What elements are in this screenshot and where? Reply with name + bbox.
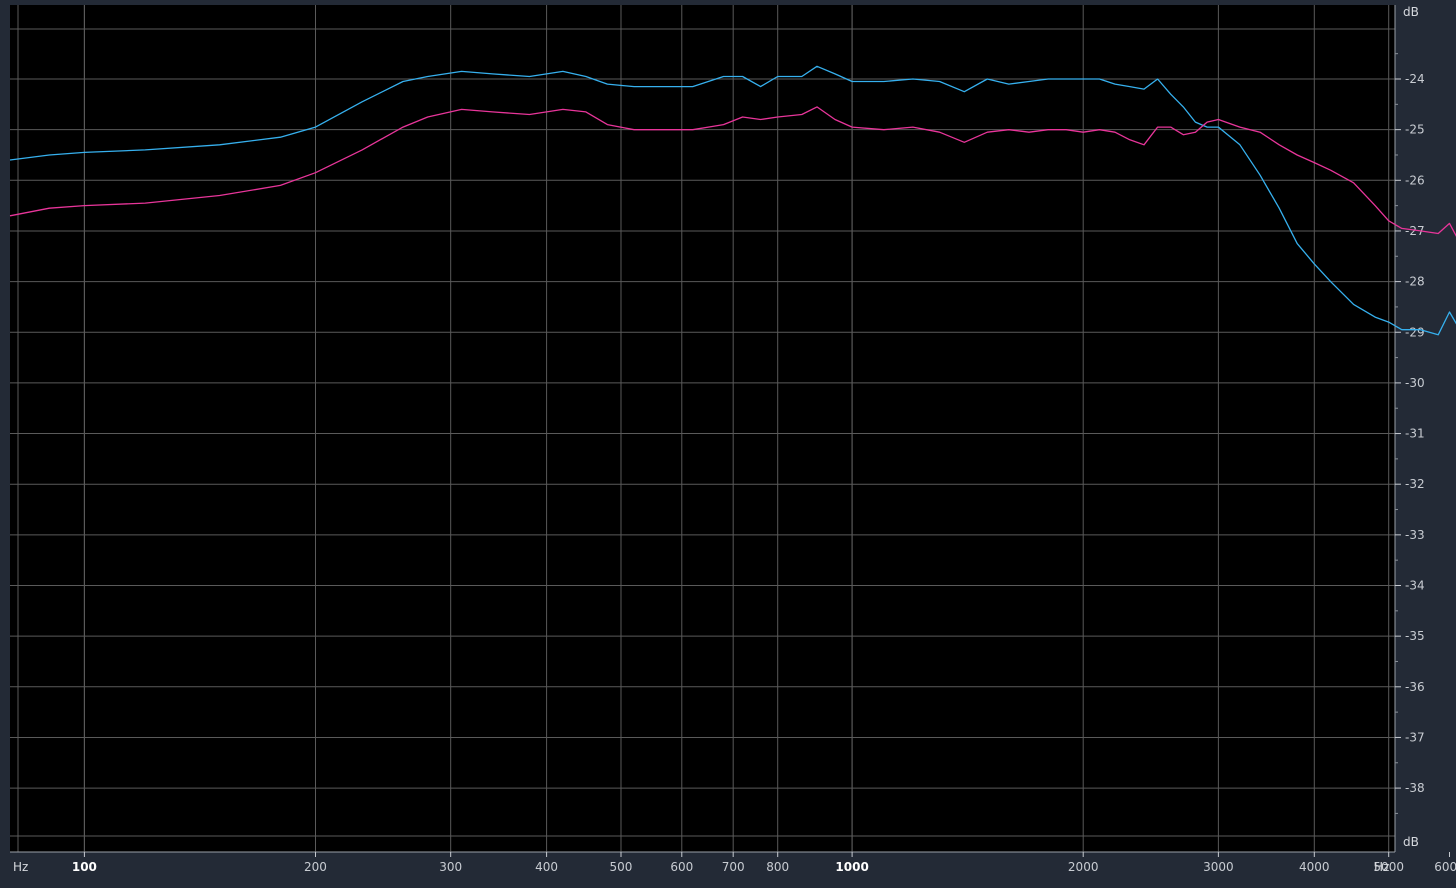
x-tick-label: 300 xyxy=(439,860,462,874)
x-tick-label: 6000 xyxy=(1434,860,1456,874)
y-tick-label: -32 xyxy=(1405,477,1425,491)
x-tick-label: 500 xyxy=(610,860,633,874)
y-tick-label: -31 xyxy=(1405,427,1425,441)
x-tick-label: 3000 xyxy=(1203,860,1234,874)
x-tick-label: 2000 xyxy=(1068,860,1099,874)
y-tick-label: -24 xyxy=(1405,72,1425,86)
y-tick-label: -37 xyxy=(1405,730,1425,744)
y-tick-label: -30 xyxy=(1405,376,1425,390)
x-tick-label: 1000 xyxy=(835,860,868,874)
x-unit-left: Hz xyxy=(13,860,28,874)
frequency-analyzer-window: -24 -25 -26 -27 -28 -29 -30 -31 -32 -33 -34 -35 -36-… xyxy=(0,0,1456,888)
y-tick-label: -26 xyxy=(1405,173,1425,187)
x-tick-label: 400 xyxy=(535,860,558,874)
y-tick-label: -28 xyxy=(1405,275,1425,289)
y-tick-label: -34 xyxy=(1405,579,1425,593)
y-tick-label: -25 xyxy=(1405,123,1425,137)
y-tick-label: -36 xyxy=(1405,680,1425,694)
x-tick-label: 700 xyxy=(722,860,745,874)
x-tick-label: 800 xyxy=(766,860,789,874)
y-unit-bottom: dB xyxy=(1403,835,1419,849)
y-tick-label: -29 xyxy=(1405,325,1425,339)
frequency-plot: -24-25-26-27-28-29-30-31-32-33-34-35-36-… xyxy=(0,0,1456,888)
x-unit-right: Hz xyxy=(1374,860,1389,874)
y-tick-label: -38 xyxy=(1405,781,1425,795)
x-tick-label: 100 xyxy=(72,860,97,874)
y-tick-label: -35 xyxy=(1405,629,1425,643)
y-tick-label: -33 xyxy=(1405,528,1425,542)
x-tick-label: 200 xyxy=(304,860,327,874)
plot-background xyxy=(10,5,1395,852)
y-unit-top: dB xyxy=(1403,5,1419,19)
x-tick-label: 600 xyxy=(670,860,693,874)
x-tick-label: 4000 xyxy=(1299,860,1330,874)
